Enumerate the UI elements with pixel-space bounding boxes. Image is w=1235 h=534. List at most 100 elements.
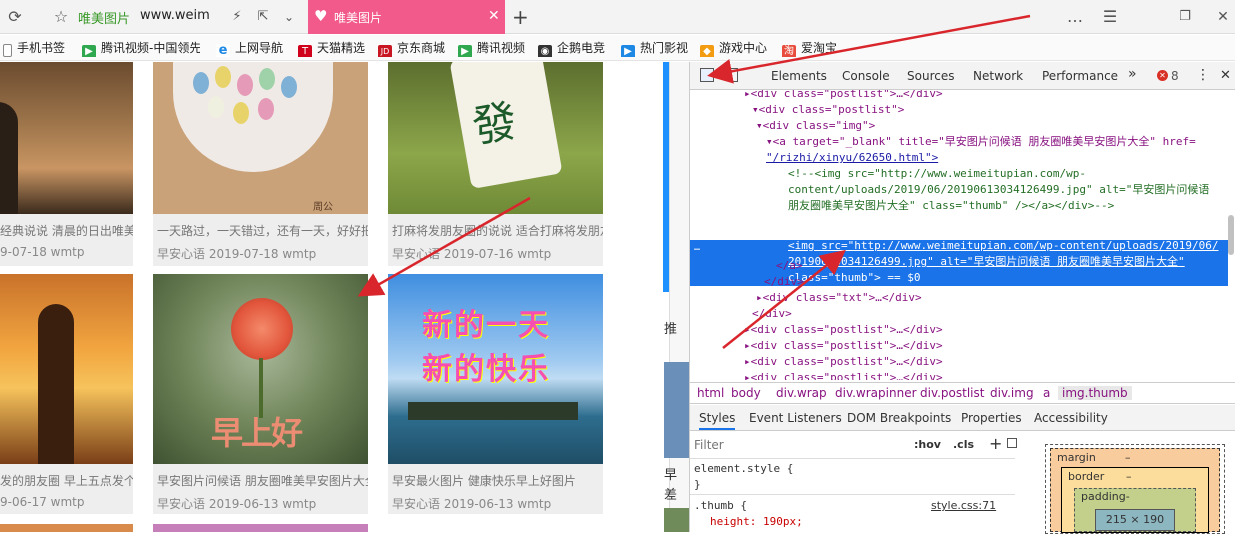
- new-tab-button[interactable]: +: [512, 5, 529, 29]
- dom-line[interactable]: ▸<div class="postlist">…</div>: [744, 338, 943, 354]
- address-bar[interactable]: www.weim: [140, 8, 210, 23]
- dom-line[interactable]: ▸<div class="postlist">…</div>: [744, 322, 943, 338]
- bookmark-item[interactable]: ▶ 腾讯视频-中国领先: [82, 39, 200, 57]
- dom-line[interactable]: ▸<div class="postlist">…</div>: [744, 370, 943, 380]
- hov-toggle[interactable]: :hov: [914, 438, 941, 451]
- tab-active[interactable]: ♥ 唯美图片 ✕: [308, 0, 505, 34]
- bookmark-item[interactable]: JD 京东商城: [378, 39, 453, 57]
- close-tab-icon[interactable]: ✕: [488, 8, 500, 24]
- style-rule-line[interactable]: }: [694, 478, 701, 491]
- tab-elements[interactable]: Elements: [771, 69, 827, 83]
- style-source-link[interactable]: style.css:71: [931, 499, 996, 512]
- devtools-menu-icon[interactable]: ⋮: [1196, 67, 1210, 83]
- breadcrumb-item[interactable]: div.wrap: [776, 386, 827, 400]
- dom-line[interactable]: </a>: [776, 258, 803, 274]
- breadcrumb-item[interactable]: body: [731, 386, 761, 400]
- post-caption[interactable]: 发的朋友圈 早上五点发个朋: [0, 472, 133, 489]
- dom-line[interactable]: content/uploads/2019/06/2019061303412649…: [788, 182, 1209, 198]
- dom-line[interactable]: <img src="http://www.weimeitupian.com/wp…: [788, 238, 1218, 254]
- post-card[interactable]: 周公 一天路过，一天错过，还有一天，好好把 早安心语 2019-07-18 wm…: [153, 62, 368, 266]
- post-caption[interactable]: 早安图片问候语 朋友圈唯美早安图片大全: [157, 472, 368, 489]
- post-thumbnail[interactable]: 新的一天 新的快乐: [388, 274, 603, 464]
- post-thumbnail[interactable]: 周公: [153, 62, 368, 214]
- tab-sources[interactable]: Sources: [907, 69, 954, 83]
- tab-styles[interactable]: Styles: [699, 411, 736, 430]
- chevron-down-icon[interactable]: ⌄: [278, 6, 300, 28]
- more-icon[interactable]: …: [1064, 6, 1086, 28]
- dom-line[interactable]: class="thumb"> == $0: [788, 270, 920, 286]
- more-tabs-icon[interactable]: »: [1128, 66, 1137, 82]
- bookmark-item[interactable]: 手机书签: [3, 39, 73, 57]
- bookmark-item[interactable]: ▶ 腾讯视频: [458, 39, 533, 57]
- post-caption[interactable]: 早安最火图片 健康快乐早上好图片: [392, 472, 576, 489]
- star-icon[interactable]: ☆: [50, 6, 72, 28]
- dom-line[interactable]: </div>: [752, 306, 792, 322]
- error-count[interactable]: 8: [1171, 69, 1179, 83]
- cls-toggle[interactable]: .cls: [953, 438, 974, 451]
- tab-network[interactable]: Network: [973, 69, 1023, 83]
- bookmark-item[interactable]: 淘爱淘宝: [782, 39, 847, 57]
- breadcrumb-item[interactable]: img.thumb: [1058, 386, 1132, 400]
- breadcrumb-item[interactable]: div.postlist: [920, 386, 984, 400]
- post-card[interactable]: 發 打麻将发朋友圈的说说 适合打麻将发朋友 早安心语 2019-07-16 wm…: [388, 62, 603, 266]
- new-day-text-2: 新的快乐: [422, 352, 550, 387]
- share-icon[interactable]: ⇱: [252, 6, 274, 28]
- tab-console[interactable]: Console: [842, 69, 890, 83]
- restore-icon[interactable]: ❐: [1174, 6, 1196, 28]
- dom-line[interactable]: "/rizhi/xinyu/62650.html">: [766, 150, 938, 166]
- tab-properties[interactable]: Properties: [961, 411, 1022, 425]
- post-thumbnail[interactable]: [153, 524, 368, 532]
- dom-line[interactable]: </div>: [764, 274, 804, 290]
- menu-icon[interactable]: ☰: [1099, 6, 1121, 28]
- close-window-icon[interactable]: ✕: [1212, 6, 1234, 28]
- post-card[interactable]: 经典说说 清晨的日出唯美银 9-07-18 wmtp: [0, 62, 133, 266]
- taobao-icon: 淘: [782, 45, 796, 57]
- post-caption[interactable]: 打麻将发朋友圈的说说 适合打麻将发朋友: [392, 222, 603, 239]
- breadcrumb-item[interactable]: html: [697, 386, 724, 400]
- post-thumbnail[interactable]: 發: [388, 62, 603, 214]
- bookmark-item[interactable]: e 上网导航: [216, 39, 291, 57]
- styles-filter-input[interactable]: [694, 436, 894, 454]
- device-toolbar-icon[interactable]: [728, 68, 738, 82]
- dom-line[interactable]: <!--<img src="http://www.weimeitupian.co…: [788, 166, 1086, 182]
- refresh-icon[interactable]: ⟳: [4, 6, 26, 28]
- bookmark-item[interactable]: ◉ 企鹅电竞: [538, 39, 613, 57]
- dom-line[interactable]: ▸<div class="txt">…</div>: [756, 290, 922, 306]
- style-rule-line[interactable]: .thumb {: [694, 499, 747, 512]
- dom-line[interactable]: 朋友圈唯美早安图片大全" class="thumb" /></a></div>-…: [788, 198, 1114, 214]
- post-card[interactable]: 发的朋友圈 早上五点发个朋 9-06-17 wmtp: [0, 274, 133, 514]
- style-rule-line[interactable]: height: 190px;: [710, 515, 803, 528]
- dom-line[interactable]: ▾<a target="_blank" title="早安图片问候语 朋友圈唯美…: [766, 134, 1196, 150]
- breadcrumb-item[interactable]: a: [1043, 386, 1050, 400]
- tab-event-listeners[interactable]: Event Listeners: [749, 411, 842, 425]
- dom-scrollbar[interactable]: [1228, 215, 1234, 255]
- post-thumbnail[interactable]: 早上好: [153, 274, 368, 464]
- post-caption[interactable]: 一天路过，一天错过，还有一天，好好把: [157, 222, 368, 239]
- breadcrumb-item[interactable]: div.img: [990, 386, 1034, 400]
- dom-line[interactable]: ▾<div class="img">: [756, 118, 875, 134]
- breadcrumb-item[interactable]: div.wrapinner: [835, 386, 917, 400]
- tab-performance[interactable]: Performance: [1042, 69, 1118, 83]
- tab-dom-breakpoints[interactable]: DOM Breakpoints: [847, 411, 951, 425]
- bookmark-item[interactable]: ◆ 游戏中心: [700, 39, 775, 57]
- style-rule-line[interactable]: element.style {: [694, 462, 793, 475]
- post-card[interactable]: 早上好 早安图片问候语 朋友圈唯美早安图片大全 早安心语 2019-06-13 …: [153, 274, 368, 514]
- post-thumbnail[interactable]: [0, 274, 133, 464]
- inspect-icon[interactable]: [700, 68, 714, 82]
- post-caption[interactable]: 经典说说 清晨的日出唯美银: [0, 222, 133, 239]
- lightning-icon[interactable]: ⚡: [226, 6, 248, 28]
- bookmark-item[interactable]: ▶ 热门影视: [621, 39, 696, 57]
- post-thumbnail[interactable]: [0, 524, 133, 532]
- post-card[interactable]: 新的一天 新的快乐 早安最火图片 健康快乐早上好图片 早安心语 2019-06-…: [388, 274, 603, 514]
- box-content[interactable]: 215 × 190: [1095, 509, 1175, 531]
- toggle-sidebar-icon[interactable]: [1007, 438, 1017, 448]
- dom-line[interactable]: ▾<div class="postlist">: [752, 102, 904, 118]
- add-rule-icon[interactable]: +: [989, 434, 1002, 453]
- dom-line[interactable]: 20190613034126499.jpg" alt="早安图片问候语 朋友圈唯…: [788, 254, 1185, 270]
- close-devtools-icon[interactable]: ✕: [1220, 68, 1231, 83]
- bookmark-item[interactable]: T 天猫精选: [298, 39, 373, 57]
- dom-line[interactable]: ▸<div class="postlist">…</div>: [744, 90, 943, 102]
- dom-line[interactable]: ▸<div class="postlist">…</div>: [744, 354, 943, 370]
- post-thumbnail[interactable]: [0, 62, 133, 214]
- tab-accessibility[interactable]: Accessibility: [1034, 411, 1108, 425]
